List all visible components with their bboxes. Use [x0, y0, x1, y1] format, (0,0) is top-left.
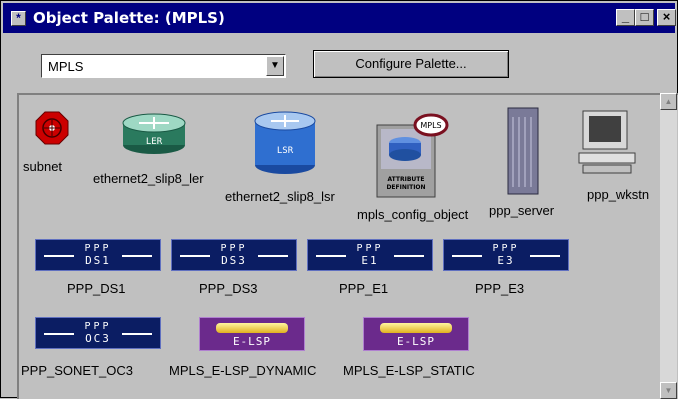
subnet-icon	[35, 111, 69, 145]
lsr-router-icon: LSR	[254, 111, 316, 174]
palette-item-lsr[interactable]: LSR	[253, 109, 317, 182]
palette-item-ppp-ds3[interactable]: PPP DS3	[171, 239, 297, 271]
palette-item-ppp-ds3-label: PPP_DS3	[199, 281, 258, 296]
window-title: Object Palette: (MPLS)	[33, 9, 225, 27]
palette-item-ppp-e1[interactable]: PPP E1	[307, 239, 433, 271]
lsp-tube-icon	[380, 323, 452, 333]
workstation-icon	[578, 110, 636, 174]
scroll-down-icon[interactable]: ▼	[660, 382, 677, 399]
attribute-definition-icon: ATTRIBUTE DEFINITION MPLS	[376, 113, 449, 198]
palette-item-ppp-e3[interactable]: PPP E3	[443, 239, 569, 271]
chevron-down-icon[interactable]: ▼	[266, 56, 284, 76]
palette-item-ppp-e1-label: PPP_E1	[339, 281, 389, 296]
close-button[interactable]: ×	[657, 9, 676, 26]
mpls-badge: MPLS	[420, 121, 441, 130]
title-bar[interactable]: * Object Palette: (MPLS) _ □ ×	[3, 3, 676, 33]
palette-item-ppp-sonet-oc3[interactable]: PPP OC3	[35, 317, 161, 349]
palette-select[interactable]: MPLS ▼	[41, 54, 286, 78]
link-bottom-text: E1	[361, 254, 379, 267]
asterisk-icon[interactable]: *	[11, 11, 26, 26]
scroll-up-icon[interactable]: ▲	[660, 93, 677, 110]
link-bottom-text: E3	[497, 254, 515, 267]
link-bottom-text: DS1	[85, 254, 111, 267]
lsp-tube-icon	[216, 323, 288, 333]
palette-item-mpls-config-label: mpls_config_object	[357, 207, 469, 222]
vertical-scrollbar[interactable]: ▲ ▼	[660, 93, 677, 399]
minimize-button[interactable]: _	[616, 9, 635, 26]
maximize-button[interactable]: □	[635, 9, 654, 26]
palette-item-ppp-server-label: ppp_server	[489, 203, 555, 218]
link-bottom-text: OC3	[85, 332, 111, 345]
palette-item-ppp-sonet-oc3-label: PPP_SONET_OC3	[21, 363, 133, 378]
server-icon	[507, 107, 539, 195]
palette-select-value: MPLS	[48, 59, 84, 74]
ler-router-icon: LER	[122, 113, 186, 154]
object-palette-window: * Object Palette: (MPLS) _ □ × MPLS ▼ Co…	[0, 0, 678, 399]
link-bottom-text: DS3	[221, 254, 247, 267]
palette-item-ppp-ds1-label: PPP_DS1	[67, 281, 126, 296]
svg-text:DEFINITION: DEFINITION	[386, 184, 425, 191]
link-top-text: PPP	[356, 243, 384, 254]
palette-item-mpls-elsp-static[interactable]: E-LSP	[363, 317, 469, 351]
link-top-text: PPP	[492, 243, 520, 254]
palette-item-mpls-elsp-static-label: MPLS_E-LSP_STATIC	[343, 363, 475, 378]
palette-item-ppp-wkstn[interactable]	[577, 109, 637, 180]
palette-item-lsr-label: ethernet2_slip8_lsr	[225, 189, 335, 204]
link-top-text: PPP	[84, 243, 112, 254]
palette-item-ler-label: ethernet2_slip8_ler	[93, 171, 204, 186]
palette-item-ppp-wkstn-label: ppp_wkstn	[587, 187, 650, 202]
palette-item-mpls-elsp-dynamic[interactable]: E-LSP	[199, 317, 305, 351]
palette-item-mpls-elsp-dynamic-label: MPLS_E-LSP_DYNAMIC	[169, 363, 317, 378]
palette-item-subnet-label: subnet	[23, 159, 63, 174]
configure-palette-button[interactable]: Configure Palette...	[313, 50, 509, 78]
palette-item-mpls-config[interactable]: ATTRIBUTE DEFINITION MPLS	[375, 113, 449, 204]
palette-item-subnet[interactable]	[35, 111, 69, 150]
link-top-text: PPP	[220, 243, 248, 254]
ler-badge: LER	[146, 137, 163, 147]
lsp-text: E-LSP	[396, 335, 436, 348]
svg-text:ATTRIBUTE: ATTRIBUTE	[388, 176, 425, 183]
palette-item-ppp-server[interactable]	[507, 107, 539, 202]
palette-item-ppp-ds1[interactable]: PPP DS1	[35, 239, 161, 271]
palette-item-ler[interactable]: LER	[121, 111, 187, 160]
lsr-badge: LSR	[277, 146, 294, 156]
palette-item-ppp-e3-label: PPP_E3	[475, 281, 525, 296]
lsp-text: E-LSP	[232, 335, 272, 348]
palette-object-pane: subnet LER ethernet2_slip8_ler LSR ether…	[17, 93, 678, 399]
link-top-text: PPP	[84, 321, 112, 332]
